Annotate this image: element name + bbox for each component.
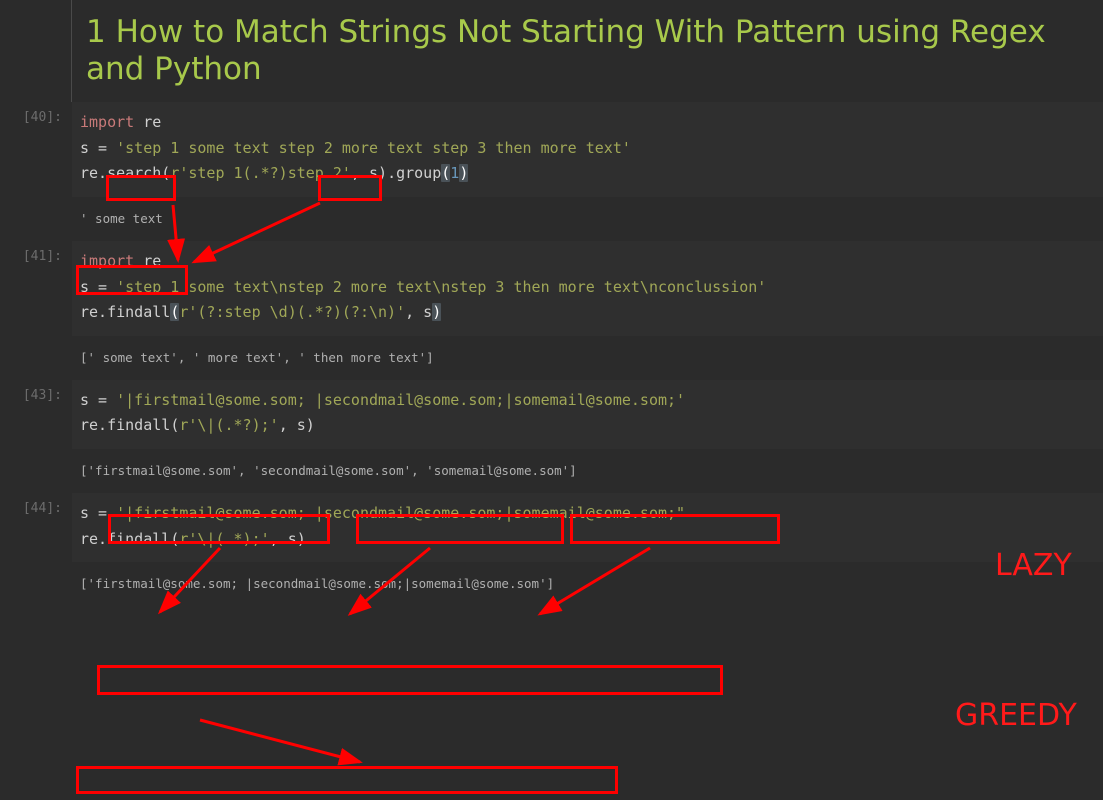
call: re.findall bbox=[80, 303, 170, 321]
kw-import: import bbox=[80, 252, 134, 270]
output-41: [' some text', ' more text', ' then more… bbox=[72, 336, 1103, 380]
cell-43-output: ['firstmail@some.som', 'secondmail@some.… bbox=[0, 449, 1103, 493]
prompt-41: [41]: bbox=[0, 241, 72, 272]
rawstr: r'(?:step \d)(.*?)(?:\n)' bbox=[179, 303, 405, 321]
string: '|firstmail@some.som; |secondmail@some.s… bbox=[116, 391, 685, 409]
header: 1 How to Match Strings Not Starting With… bbox=[0, 0, 1103, 102]
code-40[interactable]: import re s = 'step 1 some text step 2 m… bbox=[72, 102, 1103, 197]
paren: ( bbox=[161, 164, 170, 182]
rawstr: r'\|(.*);' bbox=[179, 530, 269, 548]
rawstr: r'\|(.*?);' bbox=[179, 416, 278, 434]
prompt-empty bbox=[0, 562, 72, 578]
kw-import: import bbox=[80, 113, 134, 131]
paren: ) bbox=[378, 164, 387, 182]
args: , s bbox=[270, 530, 297, 548]
assign: s = bbox=[80, 391, 116, 409]
cell-41-input[interactable]: [41]: import re s = 'step 1 some text\ns… bbox=[0, 241, 1103, 336]
method: .group bbox=[387, 164, 441, 182]
mod-re: re bbox=[134, 252, 161, 270]
prompt-43: [43]: bbox=[0, 380, 72, 411]
prompt-40: [40]: bbox=[0, 102, 72, 133]
assign: s = bbox=[80, 278, 116, 296]
prompt-empty bbox=[0, 197, 72, 213]
assign: s = bbox=[80, 139, 116, 157]
num: 1 bbox=[450, 164, 459, 182]
output-44: ['firstmail@some.som; |secondmail@some.s… bbox=[72, 562, 1103, 606]
call: re.search bbox=[80, 164, 161, 182]
paren-active: ( bbox=[441, 164, 450, 182]
code-43[interactable]: s = '|firstmail@some.som; |secondmail@so… bbox=[72, 380, 1103, 449]
paren-active: ( bbox=[170, 303, 179, 321]
args: , s bbox=[405, 303, 432, 321]
code-41[interactable]: import re s = 'step 1 some text\nstep 2 … bbox=[72, 241, 1103, 336]
anno-box-greedy-input bbox=[97, 665, 723, 695]
call: re.findall bbox=[80, 530, 170, 548]
rawstr: r'step 1(.*?)step 2' bbox=[170, 164, 351, 182]
assign: s = bbox=[80, 504, 116, 522]
code-44[interactable]: s = '|firstmail@some.som; |secondmail@so… bbox=[72, 493, 1103, 562]
mod-re: re bbox=[134, 113, 161, 131]
output-40: ' some text ' bbox=[72, 197, 1103, 241]
string: 'step 1 some text step 2 more text step … bbox=[116, 139, 631, 157]
cell-44-input[interactable]: [44]: s = '|firstmail@some.som; |secondm… bbox=[0, 493, 1103, 562]
prompt-empty bbox=[0, 449, 72, 465]
page-title: 1 How to Match Strings Not Starting With… bbox=[72, 0, 1103, 102]
cell-40-output: ' some text ' bbox=[0, 197, 1103, 241]
cell-44-output: ['firstmail@some.som; |secondmail@some.s… bbox=[0, 562, 1103, 606]
annotation-label-greedy: GREEDY bbox=[955, 698, 1077, 733]
paren-active: ) bbox=[459, 164, 468, 182]
anno-box-greedy-output bbox=[76, 766, 618, 794]
cell-43-input[interactable]: [43]: s = '|firstmail@some.som; |secondm… bbox=[0, 380, 1103, 449]
cell-41-output: [' some text', ' more text', ' then more… bbox=[0, 336, 1103, 380]
call: re.findall bbox=[80, 416, 170, 434]
paren: ) bbox=[306, 416, 315, 434]
prompt-empty bbox=[0, 336, 72, 352]
paren-active: ) bbox=[432, 303, 441, 321]
args: , s bbox=[351, 164, 378, 182]
paren: ( bbox=[170, 416, 179, 434]
args: , s bbox=[279, 416, 306, 434]
prompt-44: [44]: bbox=[0, 493, 72, 524]
output-43: ['firstmail@some.som', 'secondmail@some.… bbox=[72, 449, 1103, 493]
string: 'step 1 some text\nstep 2 more text\nste… bbox=[116, 278, 766, 296]
cell-40-input[interactable]: [40]: import re s = 'step 1 some text st… bbox=[0, 102, 1103, 197]
paren: ) bbox=[297, 530, 306, 548]
string: '|firstmail@some.som; |secondmail@some.s… bbox=[116, 504, 685, 522]
header-gutter bbox=[0, 0, 72, 102]
paren: ( bbox=[170, 530, 179, 548]
